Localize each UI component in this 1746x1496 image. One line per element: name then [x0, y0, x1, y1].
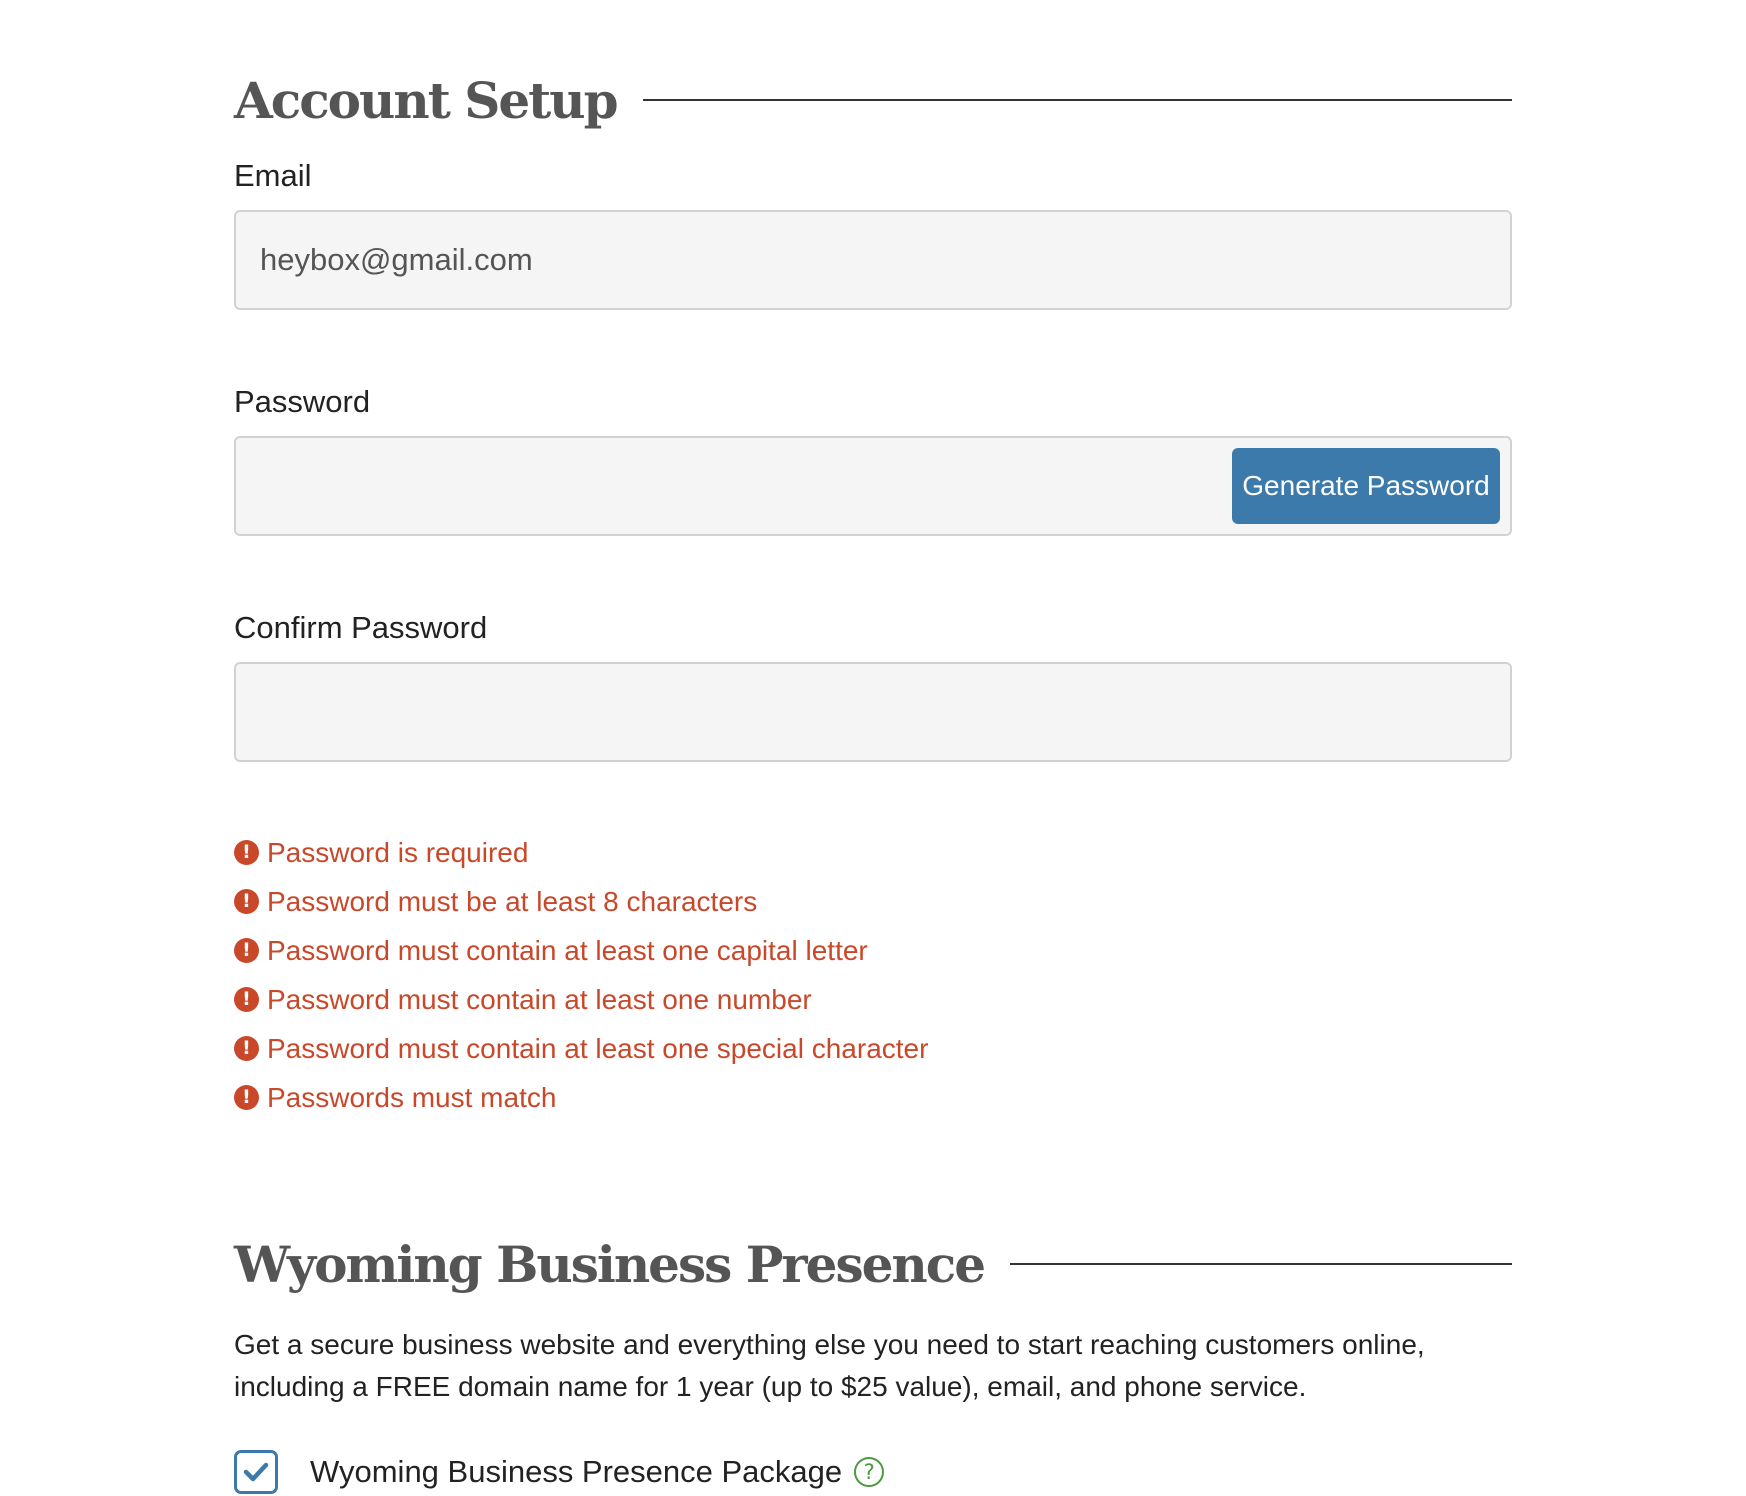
- error-message: ! Password must be at least 8 characters: [234, 877, 1512, 926]
- exclamation-circle-icon: !: [234, 1036, 259, 1061]
- error-message: ! Password must contain at least one num…: [234, 975, 1512, 1024]
- email-label: Email: [234, 158, 312, 193]
- account-setup-form: Account Setup Email Password Generate Pa…: [234, 62, 1512, 1494]
- password-field-wrapper: Generate Password: [234, 436, 1512, 536]
- account-setup-header: Account Setup: [234, 62, 1512, 138]
- confirm-password-field[interactable]: [234, 662, 1512, 762]
- package-checkbox[interactable]: [234, 1450, 278, 1494]
- error-text: Password must be at least 8 characters: [267, 885, 758, 917]
- package-label[interactable]: Wyoming Business Presence Package: [310, 1454, 842, 1490]
- error-message: ! Password is required: [234, 828, 1512, 877]
- error-text: Password must contain at least one numbe…: [267, 983, 812, 1015]
- checkmark-icon: [243, 1462, 269, 1482]
- error-message: ! Passwords must match: [234, 1073, 1512, 1122]
- heading-divider: [1010, 1263, 1512, 1265]
- error-text: Password must contain at least one capit…: [267, 934, 868, 966]
- account-setup-heading: Account Setup: [234, 70, 619, 130]
- business-presence-header: Wyoming Business Presence: [234, 1226, 1512, 1302]
- confirm-password-label: Confirm Password: [234, 610, 488, 645]
- error-text: Password is required: [267, 836, 529, 868]
- email-field[interactable]: [234, 210, 1512, 310]
- exclamation-circle-icon: !: [234, 889, 259, 914]
- error-text: Passwords must match: [267, 1081, 557, 1113]
- business-presence-section: Wyoming Business Presence Get a secure b…: [234, 1226, 1512, 1494]
- password-error-list: ! Password is required ! Password must b…: [234, 828, 1512, 1122]
- business-presence-description: Get a secure business website and everyt…: [234, 1329, 1425, 1402]
- password-label: Password: [234, 384, 371, 419]
- question-circle-icon[interactable]: ?: [854, 1457, 885, 1487]
- error-text: Password must contain at least one speci…: [267, 1032, 929, 1064]
- generate-password-button[interactable]: Generate Password: [1232, 448, 1500, 524]
- error-message: ! Password must contain at least one spe…: [234, 1024, 1512, 1073]
- package-option: Wyoming Business Presence Package ?: [234, 1450, 1512, 1494]
- error-message: ! Password must contain at least one cap…: [234, 926, 1512, 975]
- exclamation-circle-icon: !: [234, 987, 259, 1012]
- business-presence-heading: Wyoming Business Presence: [234, 1234, 986, 1294]
- exclamation-circle-icon: !: [234, 938, 259, 963]
- exclamation-circle-icon: !: [234, 1085, 259, 1110]
- exclamation-circle-icon: !: [234, 840, 259, 865]
- heading-divider: [642, 99, 1512, 101]
